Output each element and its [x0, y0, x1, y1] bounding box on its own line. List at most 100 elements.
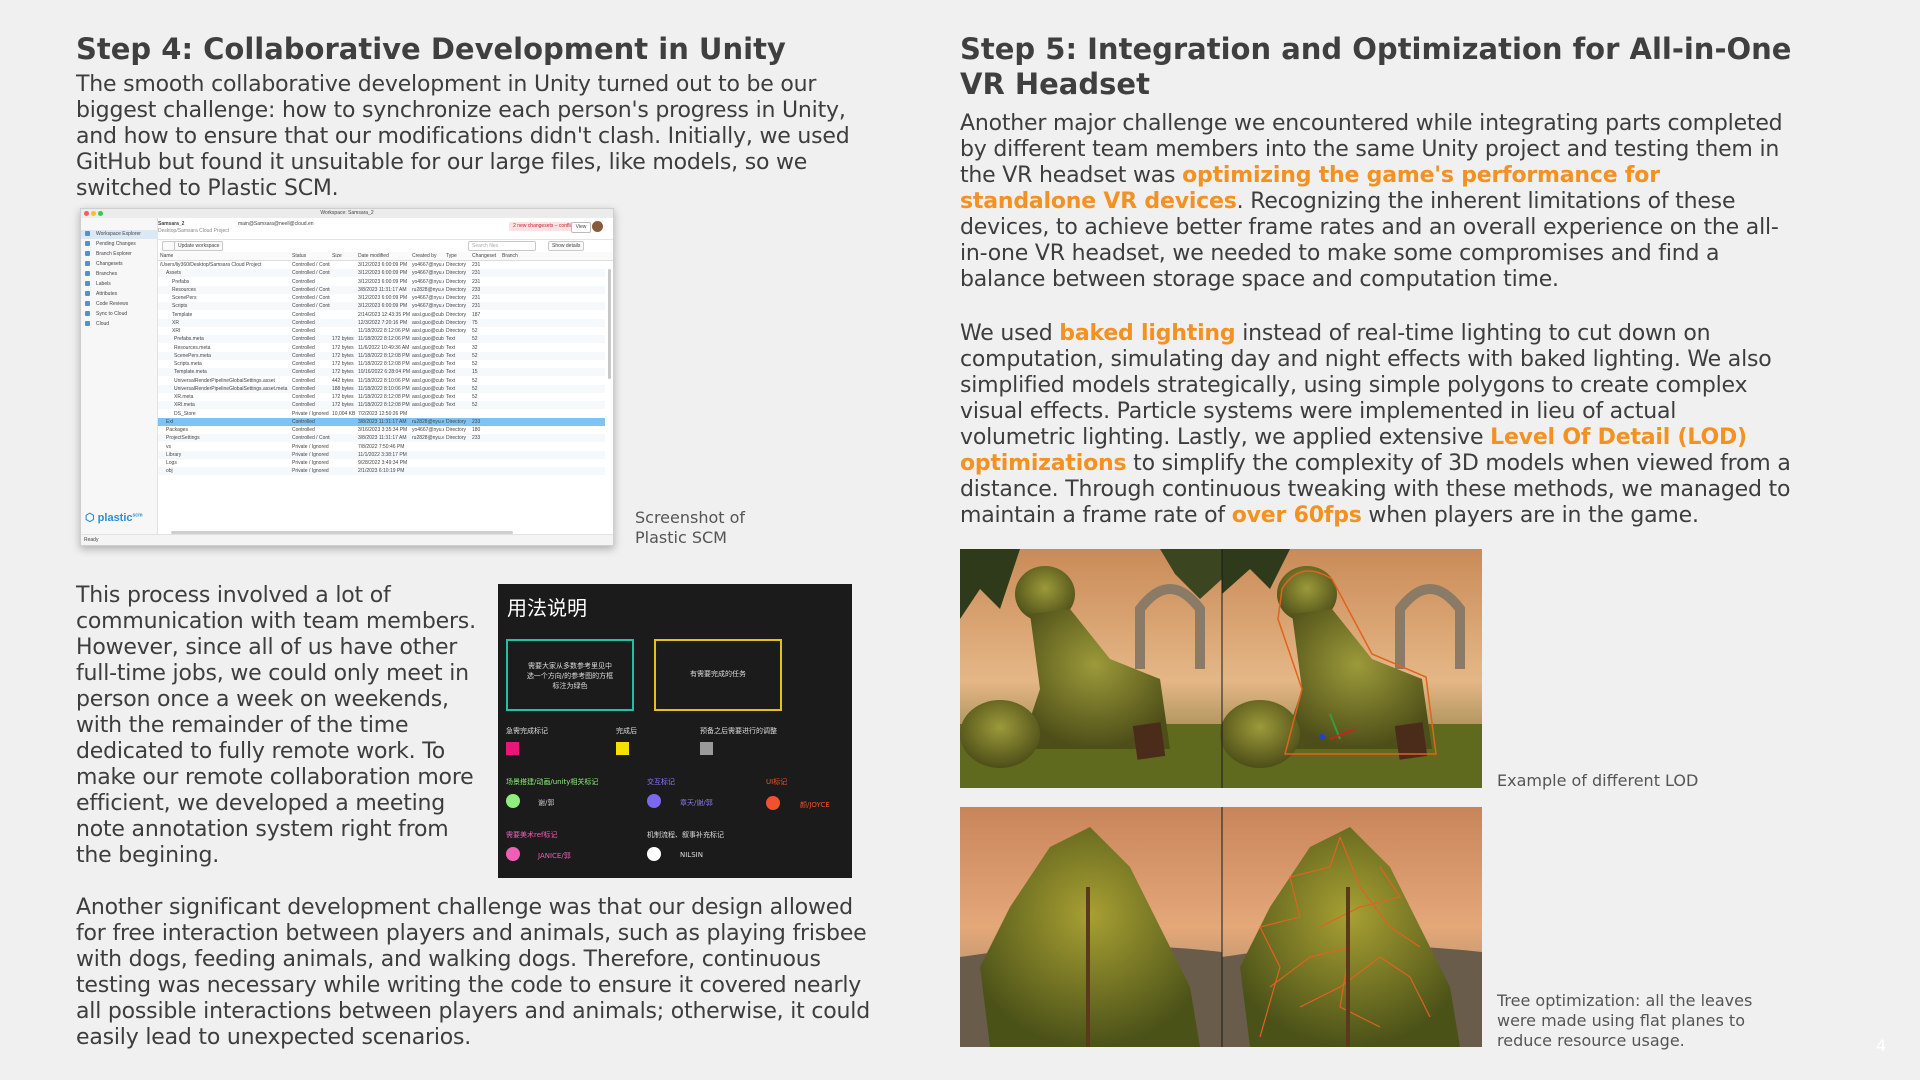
- art-who: JANICE/郭: [538, 852, 571, 860]
- table-cell: ScenePers.meta: [174, 352, 211, 359]
- table-row[interactable]: Scripts Controlled / Contro 3/12/2023 6:00…: [158, 302, 605, 311]
- sidebar-icon: [85, 251, 90, 257]
- view-button[interactable]: View: [571, 222, 591, 233]
- table-cell: 442 bytes: [332, 377, 354, 384]
- column-header[interactable]: Type: [446, 253, 470, 259]
- table-row[interactable]: UniversalRenderPipelineGlobalSettings.as…: [158, 377, 605, 385]
- table-row[interactable]: Template.meta Controlled 172 bytes 10/16/20…: [158, 368, 605, 377]
- table-row[interactable]: Template Controlled 2/14/2023 12:43:35 PM a…: [158, 311, 605, 319]
- table-cell: Private / Ignored: [292, 460, 329, 466]
- sidebar-item-label: Branch Explorer: [96, 251, 132, 257]
- table-cell: assl.guo@cubic: [412, 336, 444, 343]
- table-cell: Controlled: [292, 278, 315, 285]
- table-row[interactable]: /Users/liy360/Desktop/Samsara Cloud Proj…: [158, 261, 605, 269]
- column-header[interactable]: Date modified: [358, 253, 410, 259]
- column-header[interactable]: Name: [160, 253, 288, 259]
- sidebar-item-attributes[interactable]: Attributes: [85, 290, 117, 299]
- table-cell: Directory: [446, 328, 467, 334]
- table-cell: Controlled: [292, 319, 315, 326]
- table-cell: ProjectSettings: [166, 435, 200, 442]
- table-cell: 11/18/2022 8:12:06 PM: [358, 336, 410, 343]
- table-cell: 3/12/2023 6:00:09 PM: [358, 303, 408, 310]
- sidebar-item-changesets[interactable]: Changesets: [85, 260, 123, 269]
- table-cell: Directory: [446, 270, 467, 277]
- table-cell: Text: [446, 402, 456, 409]
- table-row[interactable]: obj Private / Ignored 2/1/2023 6:10:19 PM: [158, 467, 605, 476]
- table-cell: Text: [446, 377, 456, 384]
- table-row[interactable]: Packages Controlled 3/16/2023 3:35:34 PM yo…: [158, 426, 605, 434]
- sidebar-icon: [85, 321, 90, 327]
- table-row[interactable]: XR Controlled 12/3/2022 7:20:16 PM assl.guo…: [158, 318, 605, 327]
- table-cell: obj: [166, 468, 173, 475]
- sidebar-item-pending-changes[interactable]: Pending Changes: [85, 240, 136, 249]
- table-row[interactable]: Library Private / Ignored 11/1/2022 3:38:1…: [158, 450, 605, 459]
- table-cell: Directory: [446, 418, 467, 425]
- sidebar-item-label: Cloud: [96, 321, 110, 327]
- sidebar-icon: [85, 291, 90, 297]
- table-cell: assl.guo@cubic: [412, 311, 444, 318]
- table-cell: Library: [166, 451, 182, 458]
- table-cell: Template.meta: [174, 369, 207, 376]
- update-workspace-button[interactable]: Update workspace: [174, 241, 224, 251]
- table-cell: Controlled: [292, 385, 315, 392]
- sidebar-item-cloud[interactable]: Cloud: [85, 320, 109, 329]
- scm-table-header: Name Status Size Date modified Created by Typ…: [158, 252, 613, 261]
- sidebar-item-branch-explorer[interactable]: Branch Explorer: [85, 250, 132, 259]
- table-row[interactable]: vs Private / Ignored 7/8/2022 7:50:46 PM: [158, 443, 605, 451]
- table-cell: assl.guo@cubic: [412, 328, 444, 334]
- table-row[interactable]: Logs Private / Ignored 9/28/2022 3:49:34 P…: [158, 459, 605, 467]
- table-row[interactable]: Prefabs.meta Controlled 172 bytes 11/18/202…: [158, 335, 605, 344]
- table-cell: 11/6/2022 10:49:36 AM: [358, 344, 410, 351]
- table-row[interactable]: Resources.meta Controlled 172 bytes 11/6/20…: [158, 344, 605, 352]
- yellow-box-sample: 有需要完成的任务: [654, 639, 782, 711]
- table-cell: Controlled: [292, 361, 315, 367]
- table-row[interactable]: XR.meta Controlled 172 bytes 11/18/2022 8:1…: [158, 393, 605, 401]
- avatar[interactable]: [592, 221, 603, 232]
- show-details-button[interactable]: Show details: [548, 241, 585, 251]
- table-row[interactable]: Resources Controlled / Contro 3/8/2023 11:…: [158, 285, 605, 294]
- column-header[interactable]: Branch: [502, 253, 530, 259]
- page-number: 4: [1876, 1036, 1887, 1055]
- table-row[interactable]: Ext Controlled 3/8/2023 11:31:17 AM ru2828@…: [158, 417, 605, 426]
- sidebar-item-workspace-explorer[interactable]: Workspace Explorer: [81, 230, 161, 239]
- mech-label: 机制流程、叙事补充标记: [647, 831, 724, 839]
- column-header[interactable]: Created by: [412, 253, 444, 259]
- table-row[interactable]: ScenePers.meta Controlled 172 bytes 11/18/2…: [158, 351, 605, 360]
- column-header[interactable]: Size: [332, 253, 356, 259]
- table-cell: Text: [446, 361, 456, 367]
- table-cell: Prefabs: [172, 278, 190, 285]
- table-cell: Prefabs.meta: [174, 336, 204, 343]
- sidebar-item-sync-to-cloud[interactable]: Sync to Cloud: [85, 310, 127, 319]
- table-row[interactable]: ProjectSettings Controlled / Contro 3/8/20…: [158, 434, 605, 443]
- search-input[interactable]: Search files: [468, 241, 536, 251]
- table-row[interactable]: Scripts.meta Controlled 172 bytes 11/18/202…: [158, 360, 605, 368]
- column-header[interactable]: Changeset: [472, 253, 500, 259]
- column-header[interactable]: Status: [292, 253, 330, 259]
- table-cell: yo4667@nyu.edu: [412, 303, 444, 310]
- table-cell: Template: [172, 311, 193, 318]
- scm-workspace-sub: Desktop/Samsara Cloud Project: [158, 228, 230, 234]
- scm-action-bar: Update workspace Search files Show detai…: [158, 239, 613, 253]
- sidebar-item-label: Code Reviews: [96, 301, 129, 307]
- sidebar-icon: [85, 261, 90, 267]
- table-row[interactable]: Prefabs Controlled 3/12/2023 6:00:09 PM yo4…: [158, 278, 605, 286]
- table-row[interactable]: XRI Controlled 11/18/2022 8:12:06 PM assl.g…: [158, 327, 605, 335]
- table-row[interactable]: DS_Store Private / Ignored 10,004 KB 7/2/20…: [158, 410, 605, 418]
- table-cell: 3/8/2023 11:31:17 AM: [358, 286, 407, 293]
- sidebar-icon: [85, 301, 90, 307]
- table-cell: 231: [472, 295, 481, 301]
- vertical-scrollbar[interactable]: [608, 269, 611, 379]
- sidebar-item-branches[interactable]: Branches: [85, 270, 117, 279]
- later-label: 预备之后需要进行的调整: [700, 727, 777, 735]
- table-row[interactable]: UniversalRenderPipelineGlobalSettings.as…: [158, 384, 605, 393]
- scm-branch[interactable]: main@Samsara@neell@cloud.en: [238, 221, 314, 227]
- table-row[interactable]: XRI.meta Controlled 172 bytes 11/18/2022 8:…: [158, 401, 605, 410]
- table-cell: 188 bytes: [332, 385, 354, 392]
- table-row[interactable]: ScenePers Controlled / Contro 3/12/2023 6:…: [158, 294, 605, 302]
- table-row[interactable]: Assets Controlled / Contro 3/12/2023 6:00:…: [158, 269, 605, 278]
- box2-text: 有需要完成的任务: [690, 670, 746, 678]
- sidebar-item-labels[interactable]: Labels: [85, 280, 111, 289]
- sidebar-item-code-reviews[interactable]: Code Reviews: [85, 300, 128, 309]
- scm-status-bar: Ready: [81, 534, 613, 545]
- table-cell: 11/18/2022 8:12:08 PM: [358, 352, 410, 359]
